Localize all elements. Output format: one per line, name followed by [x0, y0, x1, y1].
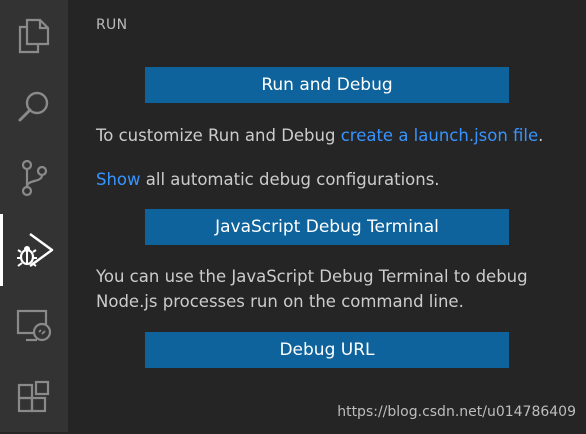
- customize-text: To customize Run and Debug create a laun…: [96, 123, 543, 148]
- run-debug-icon: [16, 233, 53, 267]
- show-link[interactable]: Show: [96, 170, 141, 189]
- source-control-icon: [21, 159, 48, 197]
- debug-url-button[interactable]: Debug URL: [145, 332, 509, 368]
- remote-explorer-button[interactable]: [0, 290, 68, 362]
- explorer-icon: [18, 18, 50, 54]
- search-icon: [18, 91, 49, 122]
- run-debug-button[interactable]: [0, 214, 68, 286]
- show-suffix: all automatic debug configurations.: [140, 170, 440, 189]
- panel-title: RUN: [96, 17, 128, 33]
- terminal-description-line2: Node.js processes run on the command lin…: [96, 292, 464, 311]
- run-debug-panel: RUN Run and Debug To customize Run and D…: [68, 0, 586, 432]
- remote-explorer-icon: [16, 309, 52, 342]
- search-button[interactable]: [0, 70, 68, 142]
- watermark: https://blog.csdn.net/u014786409: [337, 404, 576, 420]
- activity-bar: [0, 0, 68, 432]
- javascript-debug-terminal-button[interactable]: JavaScript Debug Terminal: [145, 209, 509, 245]
- customize-prefix: To customize Run and Debug: [96, 126, 341, 145]
- create-launch-json-link[interactable]: create a launch.json file: [341, 126, 538, 145]
- extensions-button[interactable]: [0, 362, 68, 434]
- source-control-button[interactable]: [0, 142, 68, 214]
- show-configurations-text: Show all automatic debug configurations.: [96, 167, 440, 192]
- explorer-button[interactable]: [0, 0, 68, 72]
- terminal-description-line1: You can use the JavaScript Debug Termina…: [96, 267, 528, 286]
- extensions-icon: [17, 380, 50, 413]
- run-and-debug-button[interactable]: Run and Debug: [145, 67, 509, 103]
- customize-suffix: .: [538, 126, 544, 145]
